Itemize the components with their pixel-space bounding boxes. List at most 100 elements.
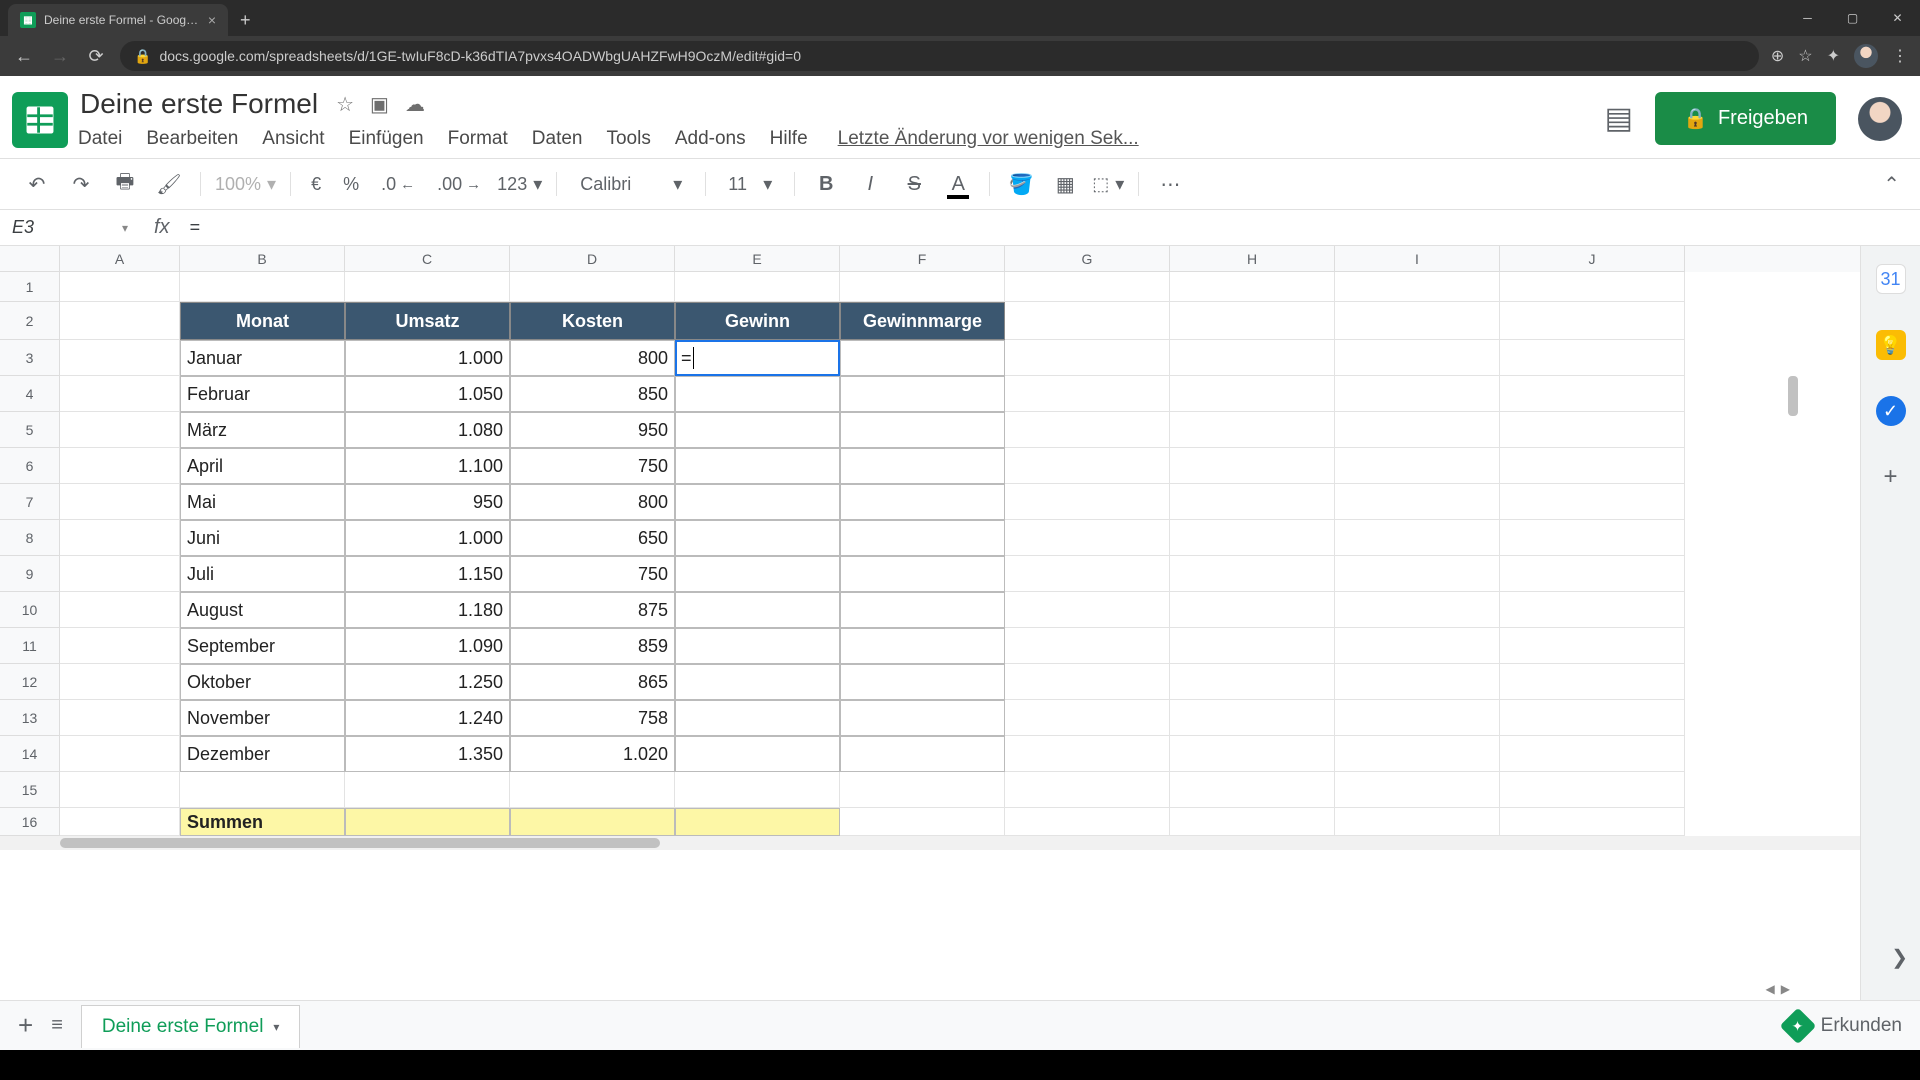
- cell[interactable]: [1170, 520, 1335, 556]
- cell[interactable]: [840, 272, 1005, 302]
- browser-tab[interactable]: ▦ Deine erste Formel - Google Tab ×: [8, 4, 228, 36]
- window-maximize-button[interactable]: ▢: [1830, 0, 1875, 36]
- cell[interactable]: [1500, 628, 1685, 664]
- row-header[interactable]: 12: [0, 664, 60, 700]
- zoom-dropdown[interactable]: 100%▾: [215, 174, 276, 195]
- col-header[interactable]: B: [180, 246, 345, 272]
- cell[interactable]: [1005, 272, 1170, 302]
- cell[interactable]: [510, 808, 675, 836]
- reload-button[interactable]: ⟳: [84, 46, 108, 67]
- menu-edit[interactable]: Bearbeiten: [146, 128, 238, 150]
- cell[interactable]: [1170, 340, 1335, 376]
- cell[interactable]: [60, 376, 180, 412]
- cell[interactable]: [675, 772, 840, 808]
- menu-icon[interactable]: ⋮: [1892, 46, 1908, 66]
- cell[interactable]: [60, 448, 180, 484]
- cell[interactable]: 1.050: [345, 376, 510, 412]
- cell[interactable]: [510, 272, 675, 302]
- forward-button[interactable]: →: [48, 46, 72, 67]
- cell[interactable]: [1500, 520, 1685, 556]
- formula-input[interactable]: =: [184, 217, 1920, 238]
- cell[interactable]: [840, 556, 1005, 592]
- cell[interactable]: 800: [510, 484, 675, 520]
- profile-avatar[interactable]: [1854, 44, 1878, 68]
- cell[interactable]: [1335, 772, 1500, 808]
- address-bar[interactable]: 🔒 docs.google.com/spreadsheets/d/1GE-twI…: [120, 41, 1759, 71]
- cell[interactable]: [60, 736, 180, 772]
- cell[interactable]: [675, 628, 840, 664]
- row-header[interactable]: 9: [0, 556, 60, 592]
- row-header[interactable]: 14: [0, 736, 60, 772]
- select-all-corner[interactable]: [0, 246, 60, 272]
- redo-button[interactable]: ↷: [64, 167, 98, 201]
- cell[interactable]: [60, 808, 180, 836]
- scroll-right-icon[interactable]: ▶: [1781, 982, 1790, 996]
- cell[interactable]: [345, 772, 510, 808]
- cell[interactable]: [1500, 412, 1685, 448]
- cell[interactable]: [840, 664, 1005, 700]
- cell[interactable]: [1005, 376, 1170, 412]
- cell[interactable]: Januar: [180, 340, 345, 376]
- cell[interactable]: [675, 808, 840, 836]
- cell[interactable]: [1500, 556, 1685, 592]
- cell[interactable]: [1500, 736, 1685, 772]
- cell[interactable]: Juli: [180, 556, 345, 592]
- cell[interactable]: 950: [345, 484, 510, 520]
- add-addon-icon[interactable]: +: [1876, 462, 1906, 492]
- cell[interactable]: [60, 302, 180, 340]
- cell[interactable]: [1005, 520, 1170, 556]
- cell[interactable]: Umsatz: [345, 302, 510, 340]
- cell[interactable]: [1500, 592, 1685, 628]
- font-size-dropdown[interactable]: 11▾: [720, 170, 780, 199]
- window-close-button[interactable]: ✕: [1875, 0, 1920, 36]
- sheets-logo[interactable]: [12, 92, 68, 148]
- cell[interactable]: [675, 484, 840, 520]
- back-button[interactable]: ←: [12, 46, 36, 67]
- col-header[interactable]: H: [1170, 246, 1335, 272]
- account-avatar[interactable]: [1858, 97, 1902, 141]
- cell[interactable]: [1005, 448, 1170, 484]
- col-header[interactable]: A: [60, 246, 180, 272]
- calendar-addon-icon[interactable]: 31: [1876, 264, 1906, 294]
- window-minimize-button[interactable]: ─: [1785, 0, 1830, 36]
- row-header[interactable]: 8: [0, 520, 60, 556]
- cell[interactable]: [840, 520, 1005, 556]
- cell[interactable]: [1005, 592, 1170, 628]
- cell[interactable]: 758: [510, 700, 675, 736]
- cell[interactable]: 859: [510, 628, 675, 664]
- cell[interactable]: [675, 556, 840, 592]
- row-header[interactable]: 11: [0, 628, 60, 664]
- cell[interactable]: [840, 772, 1005, 808]
- cell[interactable]: [1005, 340, 1170, 376]
- cell[interactable]: [1170, 772, 1335, 808]
- italic-button[interactable]: I: [853, 167, 887, 201]
- cell[interactable]: Februar: [180, 376, 345, 412]
- cell[interactable]: [1170, 484, 1335, 520]
- cell[interactable]: 1.100: [345, 448, 510, 484]
- star-icon[interactable]: ☆: [1798, 46, 1812, 66]
- row-header[interactable]: 16: [0, 808, 60, 836]
- row-header[interactable]: 5: [0, 412, 60, 448]
- cell[interactable]: [1170, 272, 1335, 302]
- cell[interactable]: [1500, 340, 1685, 376]
- cell[interactable]: [1170, 736, 1335, 772]
- cell[interactable]: [1170, 628, 1335, 664]
- cell[interactable]: 1.150: [345, 556, 510, 592]
- cell[interactable]: [840, 628, 1005, 664]
- cell[interactable]: [1335, 556, 1500, 592]
- undo-button[interactable]: ↶: [20, 167, 54, 201]
- cell[interactable]: [675, 448, 840, 484]
- col-header[interactable]: I: [1335, 246, 1500, 272]
- cell[interactable]: [1005, 302, 1170, 340]
- cell[interactable]: [345, 272, 510, 302]
- cell[interactable]: [1335, 664, 1500, 700]
- percent-button[interactable]: %: [337, 174, 365, 195]
- cell[interactable]: August: [180, 592, 345, 628]
- cell[interactable]: [1005, 664, 1170, 700]
- row-header[interactable]: 6: [0, 448, 60, 484]
- cell[interactable]: [180, 272, 345, 302]
- cell[interactable]: [1170, 556, 1335, 592]
- cell[interactable]: [1170, 412, 1335, 448]
- col-header[interactable]: G: [1005, 246, 1170, 272]
- fill-color-button[interactable]: 🪣: [1004, 167, 1038, 201]
